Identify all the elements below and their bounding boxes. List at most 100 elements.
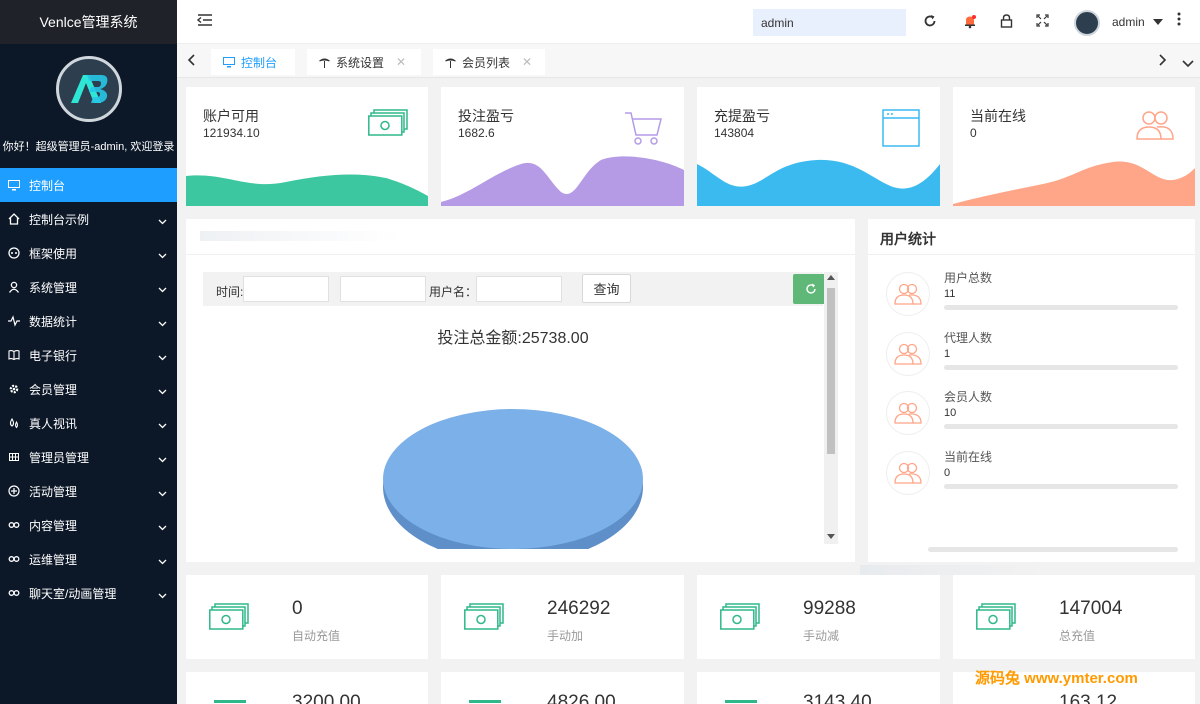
time-label: 时间: [216, 285, 244, 299]
monitor-icon [7, 178, 21, 192]
summary-card-row2-1: 3200.00 [186, 672, 428, 704]
header-username[interactable]: admin [1112, 15, 1145, 29]
username-label: 用户名： [429, 285, 478, 299]
menu-fold-icon[interactable] [196, 13, 213, 30]
fullscreen-icon[interactable] [1036, 14, 1049, 30]
chevron-down-icon [158, 282, 167, 296]
tab-label: 控制台 [241, 55, 278, 70]
scroll-down-icon[interactable] [827, 534, 835, 539]
stat-title: 投注盈亏 [458, 108, 514, 124]
chart-scrollbar[interactable] [824, 272, 838, 544]
chevron-down-icon [158, 554, 167, 568]
wave-chart [697, 159, 940, 206]
blur-strip [860, 565, 1050, 575]
chevron-down-icon [158, 316, 167, 330]
sidebar-item-label: 会员管理 [29, 382, 78, 397]
tab-system-settings[interactable]: 系统设置 ✕ [307, 49, 421, 75]
summary-card-auto-deposit: 0 自动充值 [186, 575, 428, 659]
browser-icon [882, 109, 920, 150]
money-icon [464, 603, 504, 634]
scroll-up-icon[interactable] [827, 275, 835, 280]
user-stat-value: 1 [944, 348, 951, 360]
gear-icon [7, 382, 21, 396]
more-vertical-icon[interactable] [1177, 12, 1181, 29]
stat-title: 充提盈亏 [714, 108, 770, 124]
palm-tree-icon [445, 57, 456, 68]
money-icon [368, 109, 408, 140]
sidebar-item-dashboard[interactable]: 控制台 [0, 168, 177, 202]
sidebar-item-label: 控制台示例 [29, 212, 90, 227]
sidebar-item-system[interactable]: 系统管理 [0, 270, 177, 304]
users-icon [1135, 109, 1175, 144]
sidebar-item-label: 内容管理 [29, 518, 78, 533]
notification-bell-icon[interactable] [963, 14, 977, 32]
summary-card-row2-3: 3143.40 [697, 672, 940, 704]
tabs-prev-icon[interactable] [187, 53, 195, 69]
sidebar-item-admins[interactable]: 管理员管理 [0, 440, 177, 474]
sidebar-item-label: 运维管理 [29, 552, 78, 567]
summary-card-manual-subtract: 99288 手动减 [697, 575, 940, 659]
sidebar-item-ops[interactable]: 运维管理 [0, 542, 177, 576]
query-button[interactable]: 查询 [582, 274, 631, 303]
wave-chart [441, 156, 684, 206]
sidebar-item-label: 电子银行 [29, 348, 78, 363]
scroll-thumb[interactable] [827, 288, 835, 454]
sidebar-item-activities[interactable]: 活动管理 [0, 474, 177, 508]
close-icon[interactable]: ✕ [396, 55, 406, 69]
start-time-input[interactable] [243, 276, 329, 302]
stat-value: 1682.6 [458, 126, 495, 140]
chevron-down-icon [158, 588, 167, 602]
caret-down-icon[interactable] [1153, 19, 1163, 25]
tab-member-list[interactable]: 会员列表 ✕ [433, 49, 545, 75]
drops-icon [7, 416, 21, 430]
link-icon [7, 552, 21, 566]
sidebar-item-members[interactable]: 会员管理 [0, 372, 177, 406]
summary-value: 4826.00 [547, 692, 616, 704]
users-icon [886, 451, 930, 495]
header-search-input[interactable] [753, 9, 906, 36]
filter-bar: 时间: 用户名： 查询 [203, 272, 829, 306]
tab-dashboard[interactable]: 控制台 [211, 49, 295, 75]
lock-icon[interactable] [1000, 14, 1013, 31]
pie-chart [383, 409, 643, 549]
tabs-next-icon[interactable] [1159, 53, 1167, 69]
sidebar-item-label: 活动管理 [29, 484, 78, 499]
palm-tree-icon [319, 57, 330, 68]
user-stat-row-online: 当前在线 0 [868, 445, 1195, 501]
user-stat-label: 当前在线 [944, 450, 993, 464]
summary-value: 3143.40 [803, 692, 872, 704]
user-stat-row-total: 用户总数 11 [868, 266, 1195, 322]
sidebar-item-live-video[interactable]: 真人视讯 [0, 406, 177, 440]
link-icon [7, 586, 21, 600]
users-icon [886, 272, 930, 316]
sidebar: Venlce管理系统 你好！超级管理员-admin, 欢迎登录 控制台 控制台示… [0, 0, 177, 704]
chevron-down-icon [158, 384, 167, 398]
money-icon [209, 603, 249, 634]
close-icon[interactable]: ✕ [522, 55, 532, 69]
sidebar-item-content[interactable]: 内容管理 [0, 508, 177, 542]
chevron-down-icon [158, 214, 167, 228]
summary-card-manual-add: 246292 手动加 [441, 575, 684, 659]
user-stat-row-agents: 代理人数 1 [868, 326, 1195, 382]
tabs-dropdown-icon[interactable] [1182, 55, 1194, 71]
sidebar-item-label: 框架使用 [29, 246, 78, 261]
user-avatar[interactable] [1074, 10, 1100, 36]
chart-title: 投注总金额:25738.00 [437, 330, 589, 347]
progress-bar [928, 547, 1178, 552]
sidebar-item-dashboard-examples[interactable]: 控制台示例 [0, 202, 177, 236]
user-stat-value: 0 [944, 467, 951, 479]
sidebar-item-ebank[interactable]: 电子银行 [0, 338, 177, 372]
refresh-icon[interactable] [923, 14, 937, 31]
top-header: admin [177, 0, 1200, 44]
user-stat-label: 用户总数 [944, 271, 993, 285]
chevron-down-icon [158, 350, 167, 364]
sidebar-item-statistics[interactable]: 数据统计 [0, 304, 177, 338]
username-input[interactable] [476, 276, 562, 302]
sidebar-item-framework[interactable]: 框架使用 [0, 236, 177, 270]
sidebar-item-chatroom[interactable]: 聊天室/动画管理 [0, 576, 177, 610]
summary-value: 3200.00 [292, 692, 361, 704]
tab-label: 系统设置 [336, 55, 385, 70]
summary-label: 总充值 [1059, 629, 1096, 643]
end-time-input[interactable] [340, 276, 426, 302]
tab-label: 会员列表 [462, 55, 511, 70]
